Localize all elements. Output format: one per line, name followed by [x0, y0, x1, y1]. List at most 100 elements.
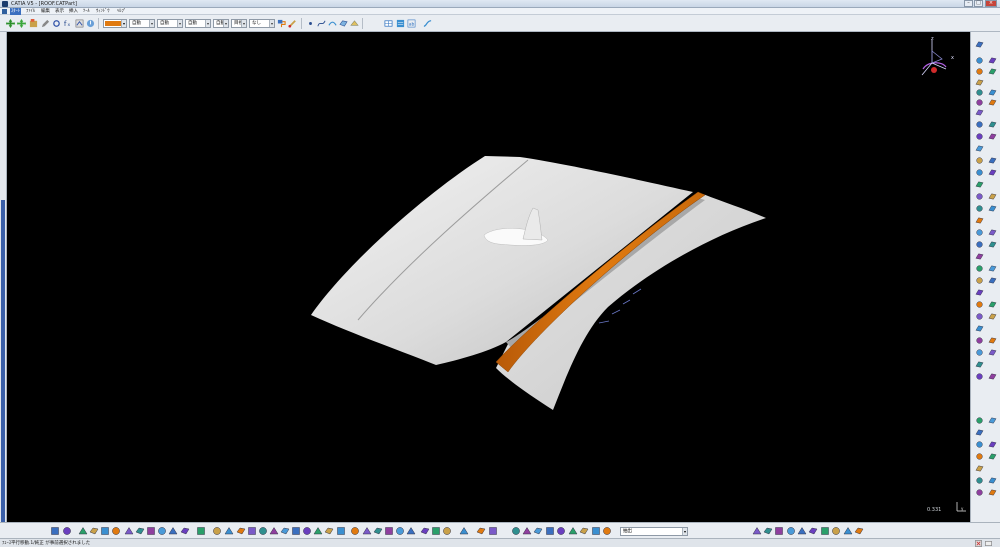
measure-icon[interactable]: [362, 526, 372, 536]
fit-all-icon[interactable]: [763, 526, 773, 536]
scan-icon[interactable]: [52, 19, 61, 28]
table-icon[interactable]: [384, 19, 393, 28]
shaft-icon[interactable]: [975, 452, 984, 461]
cut-icon[interactable]: [820, 526, 830, 536]
swap-icon[interactable]: [324, 526, 334, 536]
menu-tools[interactable]: ﾂｰﾙ: [83, 8, 90, 15]
menu-file[interactable]: ﾌｧｲﾙ: [26, 8, 35, 15]
new-icon[interactable]: [774, 526, 784, 536]
open-icon[interactable]: [786, 526, 796, 536]
slot-icon[interactable]: [988, 120, 997, 129]
plane-icon[interactable]: [975, 428, 984, 437]
fillet-icon[interactable]: [975, 56, 984, 65]
pocket-icon[interactable]: [975, 440, 984, 449]
color-selector[interactable]: ▾: [103, 19, 127, 28]
shaft-icon[interactable]: [975, 78, 984, 87]
symmetry-icon[interactable]: [988, 276, 997, 285]
remove-icon[interactable]: [975, 264, 984, 273]
open-icon[interactable]: [89, 526, 99, 536]
measure-icon[interactable]: [988, 476, 997, 485]
catalog-icon[interactable]: [196, 526, 206, 536]
grid-icon[interactable]: [459, 526, 469, 536]
view-mode-icon[interactable]: [533, 526, 543, 536]
inertia-icon[interactable]: [373, 526, 383, 536]
copy-icon[interactable]: [135, 526, 145, 536]
split-icon[interactable]: [975, 120, 984, 129]
snap-move-icon[interactable]: [17, 19, 26, 28]
sweep-icon[interactable]: [423, 19, 432, 28]
hole-icon[interactable]: [975, 476, 984, 485]
chamfer-icon[interactable]: [975, 144, 984, 153]
refresh-icon[interactable]: [511, 526, 521, 536]
chamfer-icon[interactable]: [975, 67, 984, 76]
tree-icon[interactable]: [591, 526, 601, 536]
knowledge-icon[interactable]: [384, 526, 394, 536]
boolean-icon[interactable]: [975, 240, 984, 249]
move-icon[interactable]: [6, 19, 15, 28]
catia-logo-icon[interactable]: [752, 526, 762, 536]
new-icon[interactable]: [78, 526, 88, 536]
undo-icon[interactable]: [157, 526, 167, 536]
sheet-icon[interactable]: [396, 19, 405, 28]
normal-view-icon[interactable]: [269, 526, 279, 536]
rotate-icon[interactable]: [988, 264, 997, 273]
mirror-icon[interactable]: [975, 288, 984, 297]
menu-view[interactable]: 表示: [55, 8, 64, 15]
surface-icon[interactable]: [339, 19, 348, 28]
groove-icon[interactable]: [988, 88, 997, 97]
axis-system-icon[interactable]: [975, 464, 984, 473]
remove-icon[interactable]: [988, 348, 997, 357]
rendering-select[interactable]: なし ▾: [249, 19, 275, 28]
zoom-out-icon[interactable]: [258, 526, 268, 536]
maximize-button[interactable]: □: [974, 0, 983, 7]
intersect-icon[interactable]: [975, 360, 984, 369]
render-icon[interactable]: [350, 526, 360, 536]
menu-window[interactable]: ｳｨﾝﾄﾞｳ: [96, 8, 110, 15]
capture-icon[interactable]: [431, 526, 441, 536]
point-icon[interactable]: [975, 336, 984, 345]
stop-command-icon[interactable]: [975, 540, 982, 547]
help-icon[interactable]: [180, 526, 190, 536]
command-input[interactable]: 抽出 ▾: [620, 527, 688, 536]
hole-icon[interactable]: [988, 98, 997, 107]
scale-icon[interactable]: [975, 228, 984, 237]
symmetry-icon[interactable]: [975, 192, 984, 201]
tree-scrollbar[interactable]: [1, 200, 5, 522]
sketch-icon[interactable]: [975, 40, 984, 49]
point-icon[interactable]: [988, 452, 997, 461]
add-icon[interactable]: [988, 336, 997, 345]
copy-icon[interactable]: [831, 526, 841, 536]
pocket-icon[interactable]: [988, 67, 997, 76]
line-icon[interactable]: [988, 440, 997, 449]
analysis-icon[interactable]: ab: [407, 19, 416, 28]
remove-lump-icon[interactable]: [988, 416, 997, 425]
camera-icon[interactable]: [568, 526, 578, 536]
thickness-icon[interactable]: [975, 180, 984, 189]
intersect-icon[interactable]: [975, 276, 984, 285]
save-icon[interactable]: [797, 526, 807, 536]
save-icon[interactable]: [100, 526, 110, 536]
sketch-icon[interactable]: [975, 416, 984, 425]
print-icon[interactable]: [111, 526, 121, 536]
sew-surface-icon[interactable]: [975, 156, 984, 165]
apply-material-icon[interactable]: [522, 526, 532, 536]
catalog-icon[interactable]: [29, 19, 38, 28]
menu-insert[interactable]: 挿入: [69, 8, 78, 15]
inertia-icon[interactable]: [975, 372, 984, 381]
translate-icon[interactable]: [975, 168, 984, 177]
rotate-icon[interactable]: [236, 526, 246, 536]
thick-surface-icon[interactable]: [975, 216, 984, 225]
menu-start[interactable]: ｽﾀｰﾄ: [10, 8, 21, 15]
scale-icon[interactable]: [988, 312, 997, 321]
linetype-select[interactable]: 自動 ▾: [129, 19, 155, 28]
close-surface-icon[interactable]: [988, 228, 997, 237]
pan-icon[interactable]: [224, 526, 234, 536]
analysis-icon[interactable]: [420, 526, 430, 536]
boolean-icon[interactable]: [975, 324, 984, 333]
linestyle-select[interactable]: 自動 ▾: [185, 19, 211, 28]
painter-icon[interactable]: [277, 19, 286, 28]
redo-icon[interactable]: [168, 526, 178, 536]
extrude-icon[interactable]: [988, 56, 997, 65]
left-panel-handle[interactable]: [0, 32, 7, 522]
catia-logo-icon[interactable]: [50, 526, 60, 536]
